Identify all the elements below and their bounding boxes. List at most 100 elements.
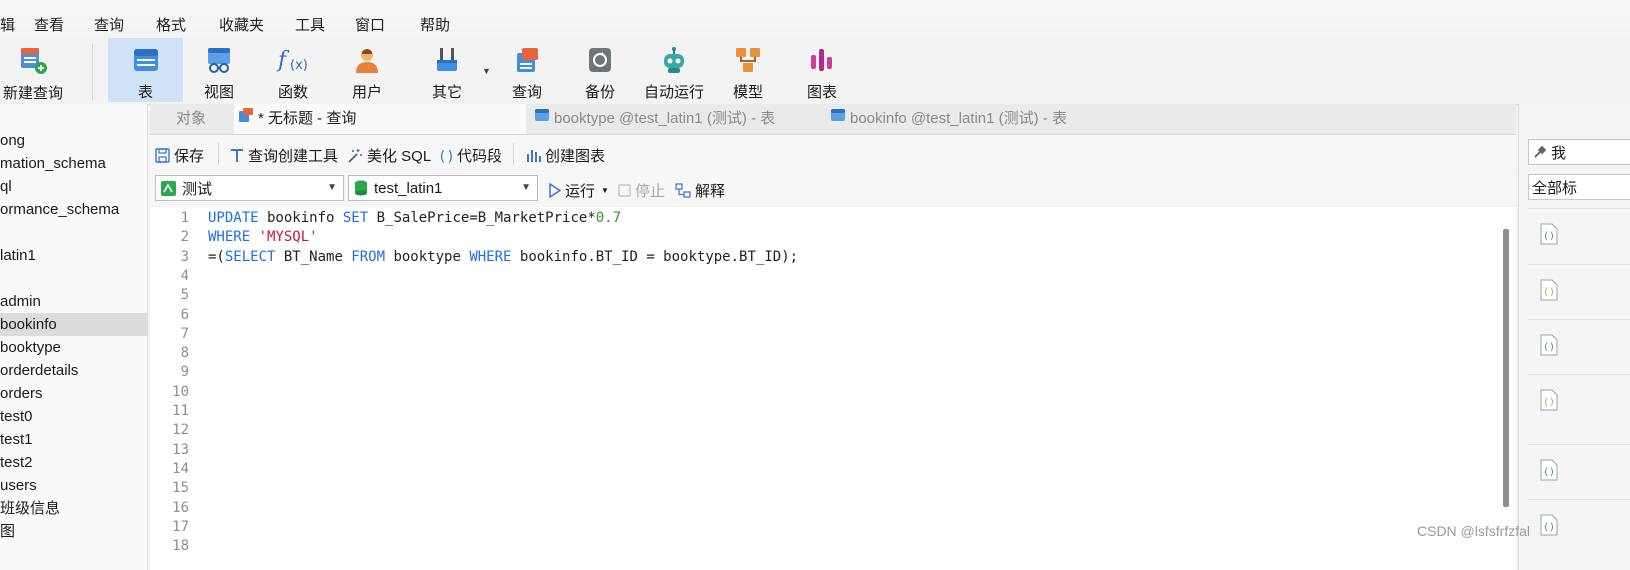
tab-label: 对象 [175, 110, 206, 127]
query-builder-label: 查询创建工具 [248, 148, 339, 165]
tab-objects[interactable]: 对象 [150, 104, 232, 134]
code-line[interactable]: UPDATE bookinfo SET B_SalePrice=B_Market… [208, 209, 621, 228]
line-number: 2 [180, 229, 189, 246]
snippet-item[interactable]: () [1528, 264, 1630, 319]
save-button[interactable]: 保存 [155, 145, 204, 166]
code-token: WHERE [208, 229, 251, 246]
tree-item[interactable] [0, 267, 147, 290]
code-token: WHERE [469, 248, 512, 265]
explain-button[interactable]: 解释 [675, 180, 725, 201]
chevron-down-icon[interactable]: ▼ [601, 186, 609, 195]
query-builder-button[interactable]: 查询创建工具 [230, 145, 338, 166]
other-button[interactable]: 其它 [418, 38, 476, 102]
tree-item[interactable] [0, 221, 147, 244]
view-label: 视图 [203, 84, 234, 101]
svg-text:(x): (x) [290, 58, 308, 73]
save-icon [155, 148, 170, 163]
menu-window[interactable]: 窗口 [355, 14, 385, 35]
toolbar-divider [92, 44, 93, 100]
save-label: 保存 [174, 148, 205, 165]
tree-item[interactable]: admin [0, 290, 147, 313]
automation-button[interactable]: 自动运行 [641, 38, 707, 102]
tree-item[interactable]: mation_schema [0, 152, 147, 175]
new-query-button[interactable]: 新建查询 [0, 38, 66, 102]
code-token: BT_Name [275, 248, 352, 265]
chart-button[interactable]: 图表 [795, 38, 849, 102]
toolbar-divider [218, 143, 219, 165]
tab-label: booktype @test_latin1 (测试) - 表 [554, 110, 776, 127]
line-number: 6 [180, 306, 189, 323]
tree-item[interactable]: 班级信息 [0, 497, 147, 520]
tree-item[interactable]: orderdetails [0, 359, 147, 382]
tree-item[interactable]: 图 [0, 520, 147, 543]
magic-wand-icon [347, 148, 363, 163]
snippet-filter-label: 全部标 [1532, 179, 1578, 197]
tab-bar: 对象 * 无标题 - 查询 booktype @test_latin1 (测试)… [150, 104, 1516, 135]
backup-button[interactable]: 备份 [573, 38, 627, 102]
pin-icon [1533, 145, 1547, 159]
beautify-sql-button[interactable]: 美化 SQL [347, 145, 431, 166]
editor-toolbar: 保存 查询创建工具 美化 SQL () 代码段 创建图表 [150, 135, 1516, 171]
tree-item[interactable]: test2 [0, 451, 147, 474]
tree-item[interactable]: test1 [0, 428, 147, 451]
database-select[interactable]: test_latin1 ▼ [348, 175, 538, 201]
menu-help[interactable]: 帮助 [420, 14, 450, 35]
code-line[interactable]: =(SELECT BT_Name FROM booktype WHERE boo… [208, 248, 798, 267]
snippet-item[interactable]: () [1528, 374, 1630, 429]
table-button[interactable]: 表 [108, 38, 183, 102]
menu-query[interactable]: 查询 [94, 14, 124, 35]
function-label: 函数 [277, 84, 308, 101]
menu-view[interactable]: 查看 [34, 14, 64, 35]
stop-button[interactable]: 停止 [618, 180, 665, 201]
tab-untitled-query[interactable]: * 无标题 - 查询 [234, 104, 526, 134]
tree-item[interactable]: test0 [0, 405, 147, 428]
snippet-item[interactable]: () [1528, 319, 1630, 374]
tree-item[interactable]: ql [0, 175, 147, 198]
tree-item[interactable]: ong [0, 129, 147, 152]
menu-edit[interactable]: 辑 [0, 14, 15, 35]
main-toolbar: 新建查询 表 视图 f (x) 函数 用户 其它 ▼ 查询 备份 自动运行 模型… [0, 36, 1630, 105]
tree-item-selected[interactable]: bookinfo [0, 313, 147, 336]
code-token: SET [342, 210, 369, 226]
tree-item[interactable]: orders [0, 382, 147, 405]
snippet-filter-select[interactable]: 全部标 [1528, 174, 1630, 200]
run-button[interactable]: 运行 ▼ [548, 180, 609, 201]
tree-item[interactable]: users [0, 474, 147, 497]
tab-bookinfo-table[interactable]: bookinfo @test_latin1 (测试) - 表 [826, 104, 1118, 134]
tree-item[interactable]: latin1 [0, 244, 147, 267]
automation-label: 自动运行 [643, 84, 704, 101]
menu-favorites[interactable]: 收藏夹 [219, 14, 264, 35]
view-button[interactable]: 视图 [192, 38, 246, 102]
tree-item[interactable]: ormance_schema [0, 198, 147, 221]
code-snippet-button[interactable]: () 代码段 [438, 145, 502, 166]
query-icon [238, 104, 254, 134]
svg-text:(): () [438, 149, 453, 163]
tab-booktype-table[interactable]: booktype @test_latin1 (测试) - 表 [530, 104, 820, 134]
code-token: UPDATE [208, 210, 259, 226]
model-icon [731, 44, 765, 75]
code-line[interactable]: WHERE 'MYSQL' [208, 228, 318, 247]
code-token: bookinfo [258, 210, 343, 226]
query-button[interactable]: 查询 [500, 38, 554, 102]
chevron-down-icon[interactable]: ▼ [482, 66, 491, 76]
snippet-item[interactable]: () [1528, 499, 1630, 554]
create-chart-button[interactable]: 创建图表 [526, 145, 605, 166]
snippet-item[interactable]: () [1528, 444, 1630, 499]
model-button[interactable]: 模型 [721, 38, 775, 102]
sql-editor[interactable]: 1 2 3 4 5 6 7 8 9 10 11 12 13 14 15 16 17 18 UPDATE booki… [150, 207, 1516, 570]
line-number: 7 [180, 325, 189, 342]
connection-select[interactable]: 测试 ▼ [155, 175, 344, 201]
function-button[interactable]: f (x) 函数 [266, 38, 320, 102]
chevron-down-icon: ▼ [521, 182, 531, 193]
snippet-panel: 我 全部标 () () () () () () [1518, 104, 1630, 570]
snippet-search-button[interactable]: 我 [1528, 139, 1630, 165]
svg-text:(): () [1543, 342, 1555, 353]
user-button[interactable]: 用户 [340, 38, 394, 102]
snippet-item[interactable]: () [1528, 208, 1630, 263]
tree-item[interactable]: booktype [0, 336, 147, 359]
vertical-scrollbar[interactable] [1503, 229, 1509, 507]
menu-format[interactable]: 格式 [156, 14, 186, 35]
menu-tools[interactable]: 工具 [295, 14, 325, 35]
line-number: 5 [180, 287, 189, 304]
toolbar-divider [513, 143, 514, 165]
